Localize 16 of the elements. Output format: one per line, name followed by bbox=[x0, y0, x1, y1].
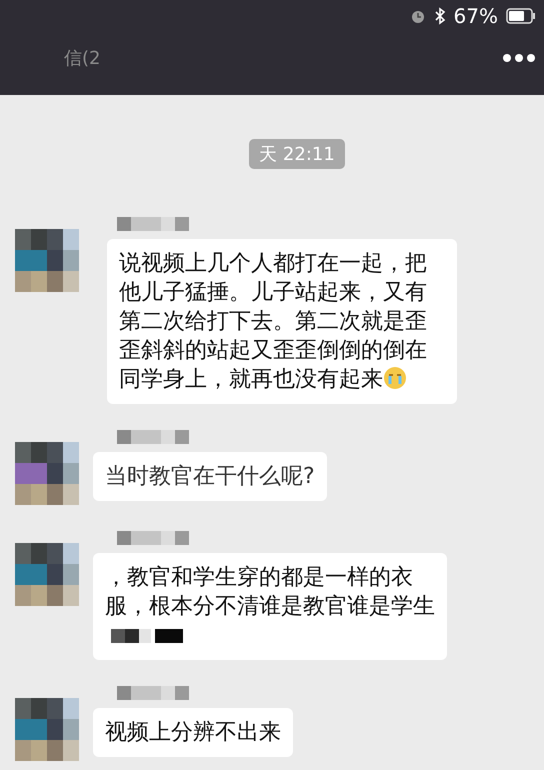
message-bubble: 说视频上几个人都打在一起，把他儿子猛捶。儿子站起来，又有第二次给打下去。第二次就是歪歪斜斜的站起又歪歪倒倒的倒在同学身上，就再也没有起来 bbox=[107, 239, 457, 404]
crying-emoji-icon bbox=[383, 366, 407, 390]
timestamp: 天 22:11 bbox=[249, 139, 345, 169]
pixelated-name bbox=[117, 531, 189, 545]
battery-icon bbox=[506, 8, 536, 24]
battery-percent: 67% bbox=[454, 4, 498, 28]
message-bubble: 当时教官在干什么呢? bbox=[93, 452, 327, 501]
pixelated-name bbox=[117, 686, 189, 700]
bluetooth-icon bbox=[434, 7, 446, 25]
message-bubble: 视频上分辨不出来 bbox=[93, 708, 293, 757]
pixelated-name bbox=[117, 217, 189, 231]
message-bubble: ，教官和学生穿的都是一样的衣服，根本分不清谁是教官谁是学生 bbox=[93, 553, 447, 660]
more-icon[interactable] bbox=[502, 53, 536, 63]
pixelated-emoji bbox=[111, 629, 183, 643]
back-link[interactable]: 信(2 bbox=[64, 46, 100, 70]
pixelated-name bbox=[117, 430, 189, 444]
